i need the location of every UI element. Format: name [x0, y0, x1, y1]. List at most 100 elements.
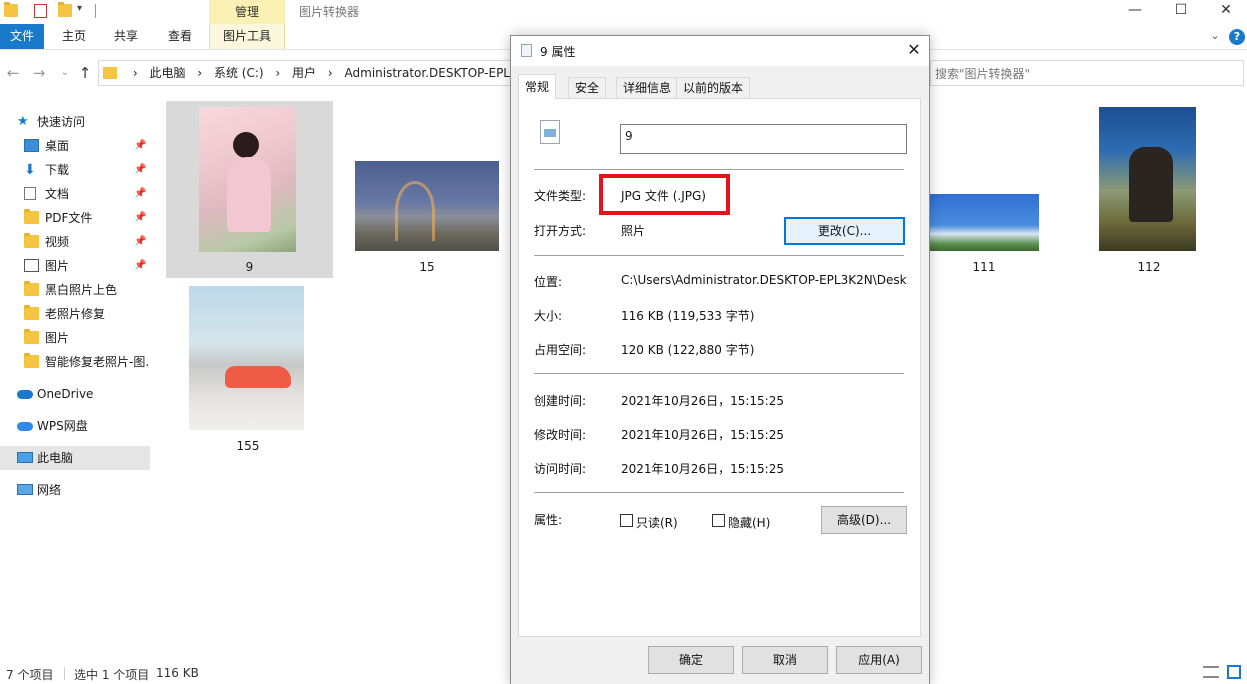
star-icon: ★ [17, 114, 29, 129]
breadcrumb-separator: › [132, 66, 138, 80]
accessed-value: 2021年10月26日，15:15:25 [621, 462, 784, 476]
pin-icon[interactable]: 📌 [134, 230, 146, 254]
title-divider [95, 4, 96, 18]
help-icon[interactable]: ? [1229, 29, 1245, 45]
file-name: 9 [245, 260, 254, 274]
breadcrumb-c-drive[interactable]: 系统 (C:) [214, 61, 264, 85]
size-on-disk-value: 120 KB (122,880 字节) [621, 343, 755, 357]
selection-size: 116 KB [156, 666, 199, 680]
readonly-checkbox[interactable] [620, 514, 633, 527]
file-item[interactable]: 112 [1097, 106, 1201, 278]
sidebar-item-documents[interactable]: 文档 📌 [0, 182, 150, 206]
thumbnail-detail [395, 181, 435, 241]
sidebar-item-wps[interactable]: WPS网盘 [0, 414, 150, 438]
sidebar-item-pictures[interactable]: 图片 📌 [0, 254, 150, 278]
sidebar-item-label: 视频 [45, 235, 70, 249]
sidebar-item-quick-access[interactable]: ★ 快速访问 [0, 110, 150, 134]
expand-ribbon-icon[interactable]: ⌄ [1207, 28, 1223, 44]
tab-general[interactable]: 常规 [518, 74, 557, 99]
sidebar-item-network[interactable]: 网络 [0, 478, 150, 502]
new-folder-icon[interactable] [58, 2, 72, 17]
picture-icon [24, 259, 39, 272]
recent-locations-icon[interactable]: ⌄ [56, 62, 74, 84]
location-label: 位置: [534, 275, 563, 289]
thumbnail-image [355, 161, 499, 251]
divider [534, 492, 904, 493]
dialog-close-button[interactable]: ✕ [902, 40, 926, 60]
ok-button[interactable]: 确定 [648, 646, 734, 674]
back-icon[interactable]: ← [4, 62, 22, 84]
sidebar-item-restore[interactable]: 老照片修复 [0, 302, 150, 326]
pin-icon[interactable]: 📌 [134, 158, 146, 182]
thumbnail-detail [233, 132, 259, 158]
hidden-label: 隐藏(H) [728, 516, 771, 530]
sidebar-item-colorize[interactable]: 黑白照片上色 [0, 278, 150, 302]
folder-icon [24, 305, 39, 320]
forward-icon[interactable]: → [30, 62, 48, 84]
accessed-label: 访问时间: [534, 462, 587, 476]
folder-icon [24, 353, 39, 368]
modified-label: 修改时间: [534, 428, 587, 442]
tab-file[interactable]: 文件 [0, 24, 44, 49]
breadcrumb-users[interactable]: 用户 [292, 61, 316, 85]
file-item[interactable]: 111 [928, 193, 1040, 278]
dialog-title: 9 属性 [540, 45, 576, 59]
pin-icon[interactable]: 📌 [134, 206, 146, 230]
cloud-icon [17, 390, 33, 399]
sidebar-item-label: 图片 [45, 259, 70, 273]
sidebar-item-desktop[interactable]: 桌面 📌 [0, 134, 150, 158]
file-item[interactable]: 15 [354, 160, 500, 278]
file-item[interactable]: 155 [186, 285, 310, 457]
manage-context-tab[interactable]: 管理 [209, 0, 285, 24]
sidebar-item-label: 桌面 [45, 139, 70, 153]
sidebar-item-onedrive[interactable]: OneDrive [0, 382, 150, 406]
file-name: 111 [972, 260, 996, 274]
sidebar-item-videos[interactable]: 视频 📌 [0, 230, 150, 254]
folder-icon[interactable] [4, 2, 18, 17]
sidebar-item-pictures-folder[interactable]: 图片 [0, 326, 150, 350]
tab-previous-versions[interactable]: 以前的版本 [676, 77, 751, 98]
tab-security[interactable]: 安全 [568, 77, 607, 98]
thumbnail-image [189, 286, 304, 430]
advanced-button[interactable]: 高级(D)... [821, 506, 907, 534]
customize-quick-access-icon[interactable]: ▾ [77, 3, 82, 14]
tab-details[interactable]: 详细信息 [616, 77, 679, 98]
sidebar-item-this-pc[interactable]: 此电脑 [0, 446, 150, 470]
breadcrumb-separator: › [275, 66, 281, 80]
minimize-button[interactable]: — [1112, 0, 1158, 22]
address-bar[interactable]: › 此电脑 › 系统 (C:) › 用户 › Administrator.DES… [98, 60, 512, 86]
maximize-button[interactable]: ☐ [1158, 0, 1204, 22]
sidebar-item-label: 下载 [45, 163, 70, 177]
breadcrumb-administrator[interactable]: Administrator.DESKTOP-EPL3K2N [345, 61, 511, 85]
pin-icon[interactable]: 📌 [134, 182, 146, 206]
download-icon: ⬇ [24, 162, 36, 178]
sidebar-item-downloads[interactable]: ⬇ 下载 📌 [0, 158, 150, 182]
details-view-icon[interactable] [1203, 666, 1219, 678]
selection-count: 选中 1 个项目 [74, 668, 150, 682]
breadcrumb-this-pc[interactable]: 此电脑 [149, 61, 185, 85]
file-name: 155 [236, 439, 260, 453]
modified-value: 2021年10月26日，15:15:25 [621, 428, 784, 442]
up-icon[interactable]: ↑ [76, 62, 94, 84]
window-title: 图片转换器 [299, 5, 360, 19]
file-item[interactable]: 9 [166, 101, 333, 278]
hidden-checkbox[interactable] [712, 514, 725, 527]
tab-home[interactable]: 主页 [52, 24, 96, 49]
sidebar-item-smart-restore[interactable]: 智能修复老照片-图... [0, 350, 150, 374]
pin-icon[interactable]: 📌 [134, 134, 146, 158]
apply-button[interactable]: 应用(A) [836, 646, 922, 674]
pin-icon[interactable]: 📌 [134, 254, 146, 278]
tab-share[interactable]: 共享 [104, 24, 148, 49]
sidebar-item-pdf[interactable]: PDF文件 📌 [0, 206, 150, 230]
change-button[interactable]: 更改(C)... [784, 217, 905, 245]
large-icons-view-icon[interactable] [1227, 665, 1241, 679]
item-count: 7 个项目 [6, 668, 54, 682]
tab-view[interactable]: 查看 [158, 24, 202, 49]
tab-picture-tools[interactable]: 图片工具 [209, 24, 285, 49]
close-button[interactable]: ✕ [1203, 0, 1247, 22]
file-name-field[interactable]: 9 [620, 124, 907, 154]
attributes-label: 属性: [534, 513, 563, 527]
cloud-icon [17, 422, 33, 431]
cancel-button[interactable]: 取消 [742, 646, 828, 674]
properties-icon[interactable] [34, 4, 47, 18]
